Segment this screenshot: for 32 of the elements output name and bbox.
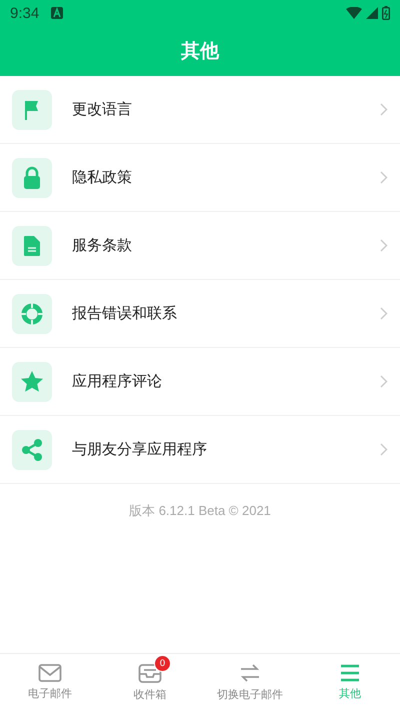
chevron-icon bbox=[380, 171, 388, 184]
count-badge: 0 bbox=[154, 655, 171, 672]
menu-item[interactable]: 更改语言 bbox=[0, 76, 400, 144]
swap-icon bbox=[238, 662, 262, 684]
battery-icon bbox=[382, 6, 390, 20]
inbox-icon bbox=[138, 662, 162, 684]
chevron-icon bbox=[380, 375, 388, 388]
menu-item[interactable]: 隐私政策 bbox=[0, 144, 400, 212]
signal-icon bbox=[366, 7, 378, 19]
wifi-icon bbox=[346, 7, 362, 19]
star-icon bbox=[20, 370, 44, 394]
status-time: 9:34 bbox=[10, 4, 40, 22]
menu-item[interactable]: 服务条款 bbox=[0, 212, 400, 280]
menu-item[interactable]: 与朋友分享应用程序 bbox=[0, 416, 400, 484]
chevron-icon bbox=[380, 307, 388, 320]
lifebuoy-icon bbox=[20, 302, 44, 326]
nav-tab[interactable]: 电子邮件 bbox=[0, 654, 100, 710]
share-icon bbox=[21, 438, 43, 462]
screen-title: 其他 bbox=[181, 39, 219, 64]
menu-item[interactable]: 报告错误和联系 bbox=[0, 280, 400, 348]
nav-tab[interactable]: 0 收件箱 bbox=[100, 654, 200, 710]
chevron-icon bbox=[380, 443, 388, 456]
list-icon bbox=[339, 663, 361, 683]
menu-item[interactable]: 应用程序评论 bbox=[0, 348, 400, 416]
document-icon bbox=[23, 234, 41, 256]
chevron-icon bbox=[380, 103, 388, 116]
version-text: 版本 6.12.1 Beta © 2021 bbox=[129, 503, 271, 518]
lock-icon bbox=[22, 166, 42, 190]
mail-icon bbox=[38, 663, 62, 683]
chevron-icon bbox=[380, 239, 388, 252]
nav-tab[interactable]: 切换电子邮件 bbox=[200, 654, 300, 710]
notification-icon bbox=[51, 7, 64, 19]
